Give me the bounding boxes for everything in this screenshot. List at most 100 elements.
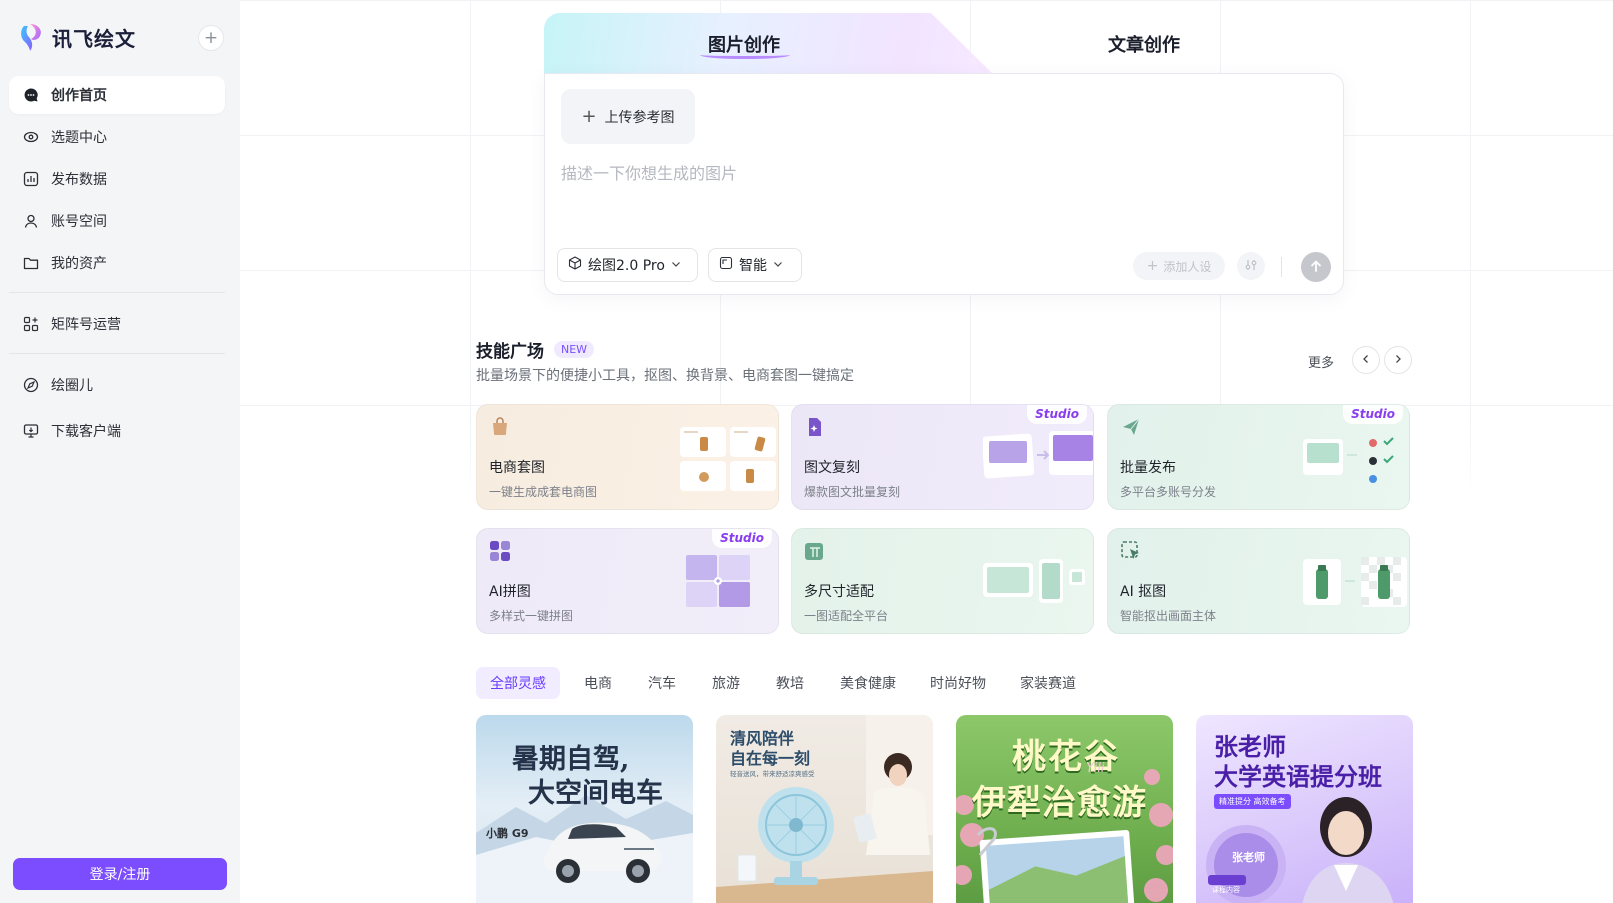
plus-icon: + [1146,258,1159,274]
gallery-card-english-class[interactable]: 张老师 大学英语提分班 精准提分 高效备考 张老师 课程内容 [1196,715,1413,903]
sidebar-nav: 创作首页 选题中心 发布数据 账号空间 我的资产 矩阵号运营 绘圈儿 下载客户端 [9,76,225,454]
send-button[interactable] [1301,252,1331,282]
upload-reference-button[interactable]: + 上传参考图 [561,89,695,144]
sidebar-item-account[interactable]: 账号空间 [9,202,225,240]
cube-icon [568,256,582,274]
gallery-headline-2: 自在每一刻 [730,749,811,768]
ratio-mode-select[interactable]: 智能 [708,248,802,282]
more-link[interactable]: 更多 [1308,352,1334,371]
card-desc: 爆款图文批量复刻 [804,485,901,499]
tab-fashion[interactable]: 时尚好物 [916,667,1000,699]
sidebar-item-publish-data[interactable]: 发布数据 [9,160,225,198]
gallery-course-label: 课程内容 [1212,886,1240,894]
tab-active-underline [700,51,790,59]
sidebar-item-matrix[interactable]: 矩阵号运营 [9,305,225,343]
card-desc: 多样式一键拼图 [489,609,574,623]
skill-card-batch-publish[interactable]: Studio 批量发布 多平台多账号分发 [1107,404,1410,510]
skill-card-ai-collage[interactable]: Studio AI拼图 多样式一键拼图 [476,528,779,634]
prompt-input[interactable] [561,160,1321,220]
persona-label: 添加人设 [1163,259,1212,274]
tab-travel[interactable]: 旅游 [698,667,754,699]
chevron-down-icon [671,257,681,273]
settings-sliders-button[interactable] [1237,252,1265,280]
compass-icon [23,377,39,393]
chevron-right-icon [1393,352,1403,368]
sidebar: 讯飞绘文 + 创作首页 选题中心 发布数据 账号空间 我的资产 矩阵号运营 绘圈… [0,0,240,903]
skill-card-post-replicate[interactable]: Studio 图文复刻 爆款图文批量复刻 [791,404,1094,510]
tab-article-creation[interactable]: 文章创作 [1108,31,1180,57]
add-persona-button[interactable]: + 添加人设 [1133,252,1225,280]
shopping-bag-icon [489,416,513,440]
sidebar-item-home[interactable]: 创作首页 [9,76,225,114]
tab-home-decor[interactable]: 家装赛道 [1006,667,1090,699]
gallery-card-peach-valley[interactable]: 桃花谷 Yili 伊犁治愈游 [956,715,1173,903]
card-desc: 一图适配全平台 [804,609,889,623]
chat-bubble-icon [23,87,39,103]
skills-header: 技能广场 NEW [476,337,595,362]
sidebar-divider [9,353,225,354]
eye-target-icon [23,129,39,145]
skill-card-ai-cutout[interactable]: AI 抠图 智能抠出画面主体 [1107,528,1410,634]
logo-icon [18,22,44,52]
resize-icon [804,540,828,564]
sidebar-item-label: 我的资产 [51,256,107,272]
skills-subtitle: 批量场景下的便捷小工具，抠图、换背景、电商套图一键搞定 [476,368,854,384]
new-badge: NEW [554,341,595,358]
sidebar-item-assets[interactable]: 我的资产 [9,244,225,282]
new-chat-button[interactable]: + [198,25,224,51]
gallery-card-car[interactable]: 暑期自驾, 大空间电车 小鹏 G9 [476,715,693,903]
gallery-tag: 轻音送风，带来舒适凉爽感受 [730,770,815,778]
carousel-prev-button[interactable] [1352,346,1380,374]
mode-label: 智能 [739,258,767,274]
skill-card-multi-size[interactable]: 多尺寸适配 一图适配全平台 [791,528,1094,634]
grid-plus-icon [23,316,39,332]
model-select[interactable]: 绘图2.0 Pro [557,248,698,282]
skill-card-ecommerce-set[interactable]: 电商套图 一键生成成套电商图 [476,404,779,510]
creation-panel: + 上传参考图 绘图2.0 Pro 智能 + 添加人设 [544,73,1344,295]
card-title: AI 抠图 [1120,584,1167,600]
sidebar-item-label: 账号空间 [51,214,107,230]
tab-ecommerce[interactable]: 电商 [570,667,626,699]
sidebar-item-download[interactable]: 下载客户端 [9,412,225,450]
gallery-headline-2: 伊犁治愈游 [972,783,1147,823]
bar-chart-icon [23,171,39,187]
gallery-card-fan[interactable]: 清风陪伴 自在每一刻 轻音送风，带来舒适凉爽感受 [716,715,933,903]
sidebar-item-topics[interactable]: 选题中心 [9,118,225,156]
carousel-next-button[interactable] [1384,346,1412,374]
tab-education[interactable]: 教培 [762,667,818,699]
cutout-illustration [1299,529,1409,633]
sliders-icon [1244,257,1258,276]
gallery-tag: 小鹏 G9 [486,827,529,840]
multi-platform-illustration [1299,405,1409,509]
folder-icon [23,255,39,271]
gallery-headline-2: 大空间电车 [528,778,663,809]
copy-posts-illustration [981,405,1093,509]
arrow-up-icon [1309,258,1323,277]
product-grid-illustration [668,405,778,509]
skills-title: 技能广场 [476,342,544,362]
login-register-button[interactable]: 登录/注册 [13,858,227,890]
chevron-left-icon [1361,352,1371,368]
brand-name: 讯飞绘文 [52,26,136,51]
tiles-icon [489,540,513,564]
sidebar-item-label: 下载客户端 [51,424,121,440]
card-desc: 一键生成成套电商图 [489,485,598,499]
monitor-download-icon [23,423,39,439]
card-title: 多尺寸适配 [804,584,874,600]
sidebar-item-label: 选题中心 [51,130,107,146]
card-title: 图文复刻 [804,460,860,476]
tab-food-health[interactable]: 美食健康 [826,667,910,699]
toolbar-separator [1281,257,1282,277]
gallery-tag: 精准提分 高效备考 [1214,794,1291,809]
sidebar-divider [9,292,225,293]
user-icon [23,213,39,229]
sidebar-item-community[interactable]: 绘圈儿 [9,366,225,404]
brand[interactable]: 讯飞绘文 [18,22,136,52]
gallery-tag: Yili [1086,761,1105,776]
aspect-ratio-icon [719,256,733,274]
sidebar-item-label: 创作首页 [51,88,107,104]
collage-illustration [668,529,778,633]
tab-all-inspiration[interactable]: 全部灵感 [476,667,560,699]
card-title: 电商套图 [489,460,545,476]
tab-auto[interactable]: 汽车 [634,667,690,699]
